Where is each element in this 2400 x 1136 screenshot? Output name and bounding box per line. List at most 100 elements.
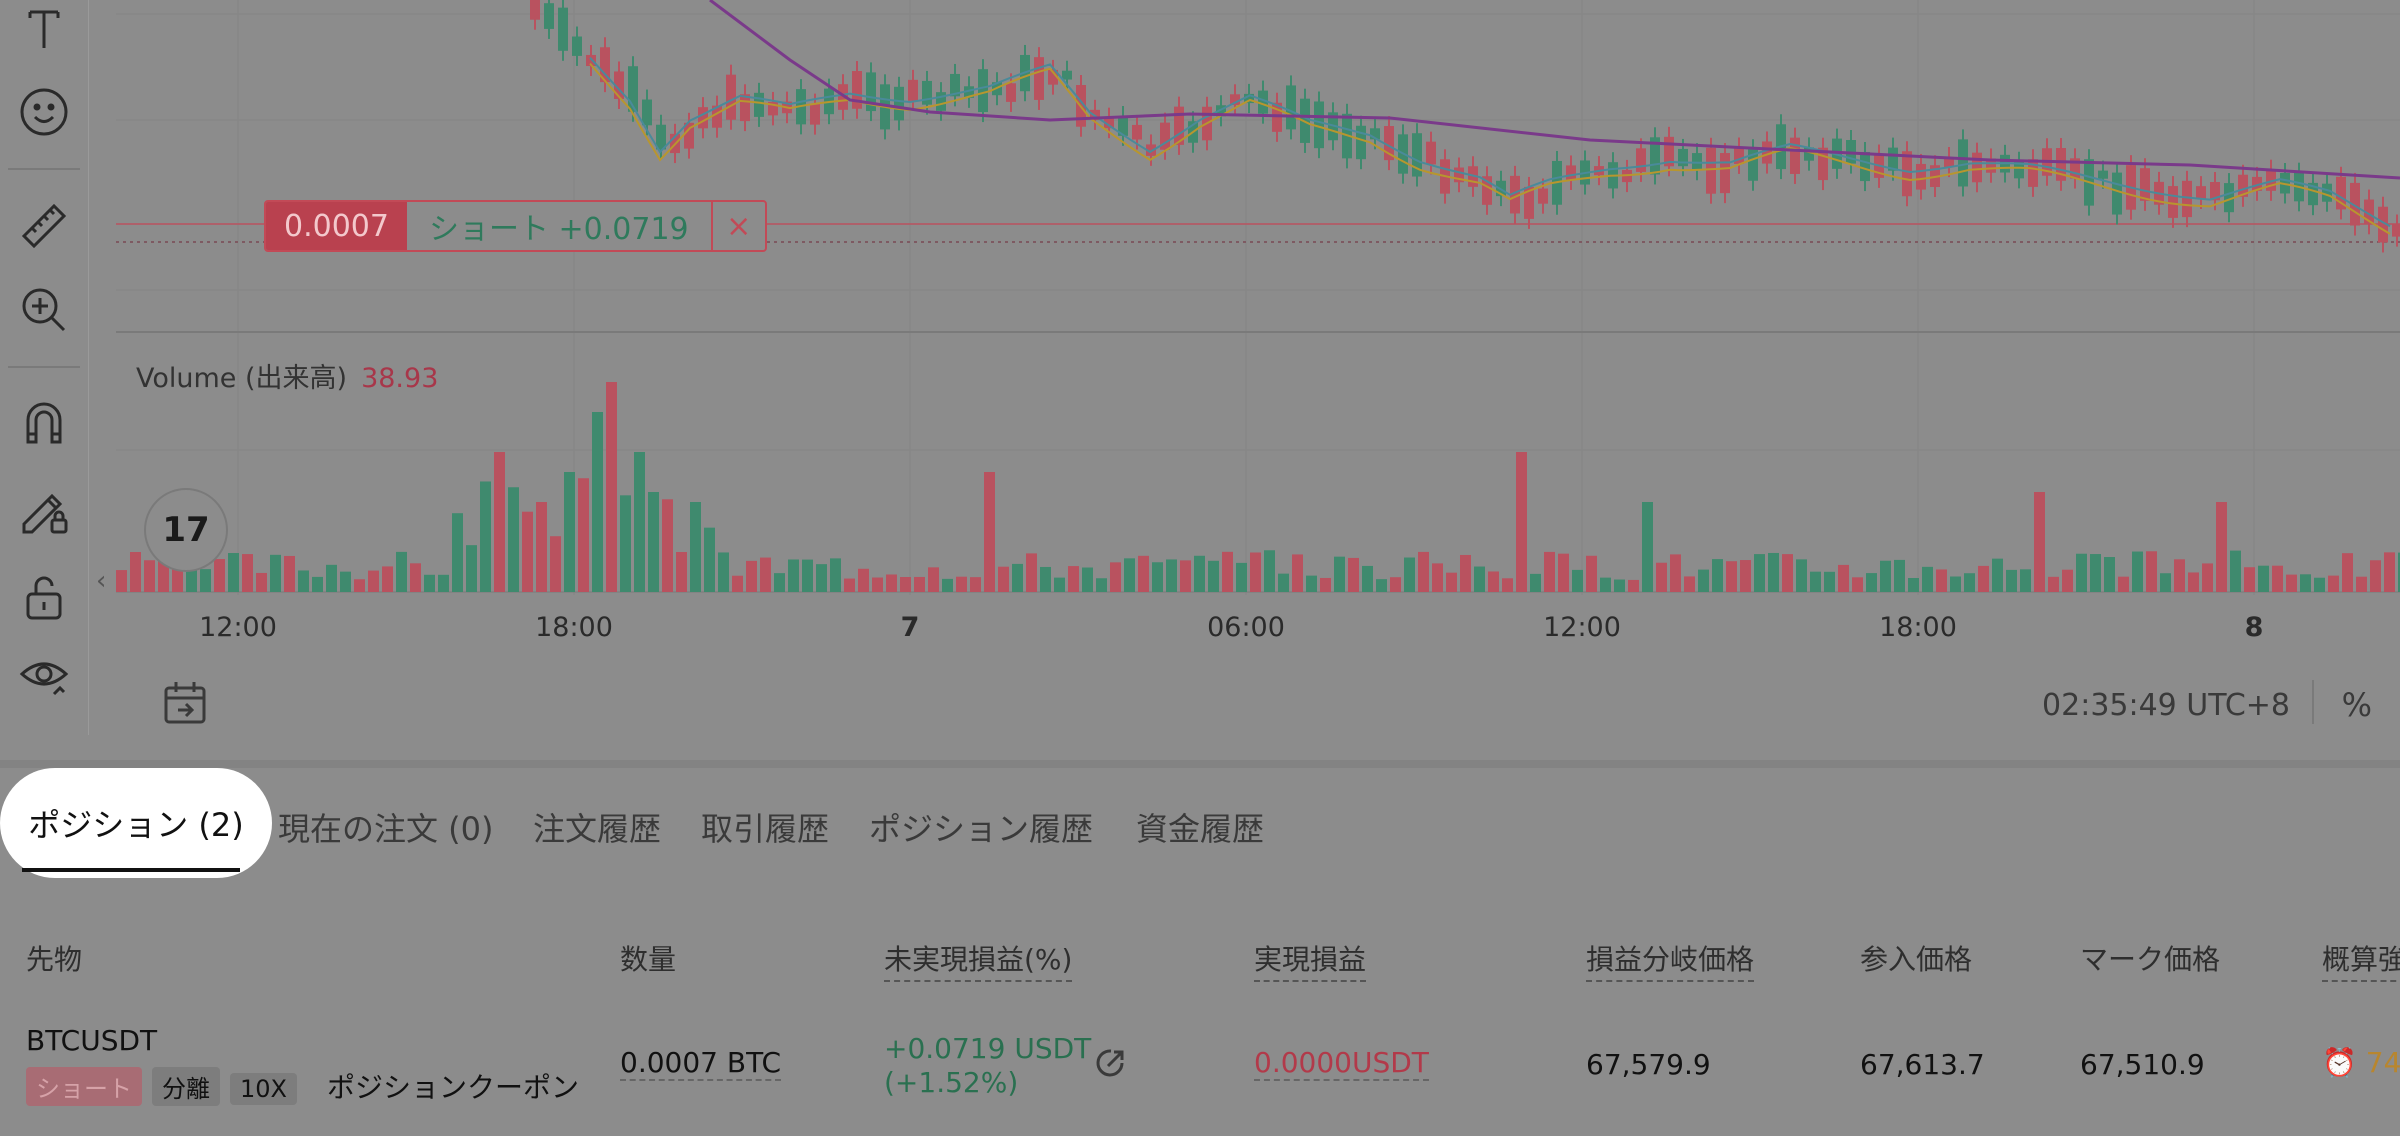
x-axis-label: 12:00 xyxy=(1543,612,1621,643)
volume-bar xyxy=(1614,579,1625,592)
col-header-breakeven[interactable]: 損益分岐価格 xyxy=(1586,938,1755,982)
volume-bar xyxy=(2370,560,2381,592)
volume-bar xyxy=(2342,553,2353,592)
volume-bar xyxy=(1544,551,1555,592)
emoji-icon[interactable] xyxy=(16,84,72,140)
tab-position-history[interactable]: ポジション履歴 xyxy=(869,804,1093,850)
eye-icon[interactable] xyxy=(16,648,72,704)
volume-bar xyxy=(508,487,519,592)
volume-bar xyxy=(1600,577,1611,592)
tab-open-orders[interactable]: 現在の注文 (0) xyxy=(278,804,494,850)
position-price-tag[interactable]: 0.0007 ショート +0.0719 × xyxy=(264,200,767,252)
volume-bar xyxy=(1894,559,1905,592)
volume-bar xyxy=(1390,577,1401,592)
volume-bar xyxy=(1712,559,1723,592)
volume-bar xyxy=(284,555,295,592)
text-tool-icon[interactable] xyxy=(16,0,72,56)
col-header-rpnl[interactable]: 実現損益 xyxy=(1254,938,1367,982)
volume-bar xyxy=(928,567,939,592)
volume-bar xyxy=(2160,573,2171,592)
volume-bar xyxy=(382,566,393,592)
pencil-lock-icon[interactable] xyxy=(16,482,72,538)
volume-bar xyxy=(620,495,631,592)
volume-bar xyxy=(1824,571,1835,592)
volume-value: 38.93 xyxy=(361,363,439,394)
utc-clock[interactable]: 02:35:49 UTC+8 xyxy=(2042,688,2290,723)
volume-bar xyxy=(1040,566,1051,592)
tab-order-history[interactable]: 注文履歴 xyxy=(533,804,661,850)
volume-bar xyxy=(1460,554,1471,592)
position-badges: ショート 分離 10X ポジションクーポン xyxy=(26,1066,579,1106)
zoom-in-icon[interactable] xyxy=(16,282,72,338)
share-icon[interactable] xyxy=(1092,1044,1130,1089)
volume-bar xyxy=(1866,573,1877,592)
unlock-icon[interactable] xyxy=(16,568,72,624)
volume-bar xyxy=(844,578,855,592)
tab-positions[interactable]: ポジション (2) xyxy=(0,768,272,878)
symbol[interactable]: BTCUSDT xyxy=(26,1024,157,1057)
col-header-contract: 先物 xyxy=(26,943,83,976)
volume-bar xyxy=(886,574,897,592)
tab-fund-history[interactable]: 資金履歴 xyxy=(1136,804,1264,850)
candle xyxy=(1566,165,1576,180)
col-header-liq[interactable]: 概算強 xyxy=(2322,938,2400,982)
rpnl-value: 0.0000USDT xyxy=(1254,1046,1429,1081)
volume-bar xyxy=(130,551,141,592)
volume-bar xyxy=(900,577,911,592)
col-header-entry: 参入価格 xyxy=(1860,943,1973,976)
x-axis-label: 18:00 xyxy=(535,612,613,643)
magnet-icon[interactable] xyxy=(16,396,72,452)
volume-bar xyxy=(466,545,477,592)
volume-bar xyxy=(2146,551,2157,592)
x-axis-label: 12:00 xyxy=(199,612,277,643)
volume-bar xyxy=(116,570,127,592)
tradingview-logo[interactable]: 17 xyxy=(144,488,228,572)
volume-bar xyxy=(1404,557,1415,592)
volume-bar xyxy=(1796,559,1807,592)
ruler-icon[interactable] xyxy=(16,198,72,254)
volume-bar xyxy=(718,552,729,592)
volume-bar xyxy=(298,570,309,592)
volume-bar xyxy=(956,576,967,592)
volume-bar xyxy=(984,472,995,592)
volume-bar xyxy=(2384,552,2395,592)
volume-bar xyxy=(1236,562,1247,592)
volume-bar xyxy=(2188,572,2199,592)
volume-bar xyxy=(1502,578,1513,592)
upnl-pct: (+1.52%) xyxy=(884,1066,1019,1099)
volume-bar xyxy=(2272,565,2283,592)
volume-bar xyxy=(1628,579,1639,592)
candle xyxy=(936,92,946,111)
coupon-link[interactable]: ポジションクーポン xyxy=(327,1071,579,1104)
leverage-badge[interactable]: 10X xyxy=(230,1073,297,1105)
collapse-toolbar-icon[interactable]: ‹ xyxy=(96,566,106,596)
candle xyxy=(908,79,918,101)
volume-bar xyxy=(564,472,575,592)
volume-bar xyxy=(214,559,225,592)
candle xyxy=(1678,148,1688,167)
calendar-goto-icon[interactable] xyxy=(160,678,210,728)
col-header-upnl[interactable]: 未実現損益(%) xyxy=(884,938,1073,982)
volume-bar xyxy=(634,452,645,592)
candle xyxy=(978,69,988,113)
volume-bar xyxy=(1334,556,1345,592)
volume-bar xyxy=(760,557,771,592)
price-chart[interactable]: 0.0007 ショート +0.0719 × Volume (出来高) 38.93 … xyxy=(90,0,2400,760)
x-axis-label: 8 xyxy=(2244,612,2264,643)
order-tabs: ポジション (2) 現在の注文 (0) 注文履歴 取引履歴 ポジション履歴 資金… xyxy=(0,768,2400,878)
candle xyxy=(558,7,568,51)
qty-value[interactable]: 0.0007 BTC xyxy=(620,1046,782,1081)
volume-bar xyxy=(144,560,155,592)
volume-bar xyxy=(2034,492,2045,592)
volume-bar xyxy=(1418,551,1429,592)
volume-legend: Volume (出来高) 38.93 xyxy=(136,356,438,395)
percent-scale-button[interactable]: % xyxy=(2342,686,2372,724)
volume-bar xyxy=(1348,557,1359,592)
candle xyxy=(642,99,652,126)
close-position-icon[interactable]: × xyxy=(713,202,765,250)
tab-trade-history[interactable]: 取引履歴 xyxy=(701,804,829,850)
volume-bar xyxy=(172,568,183,592)
volume-bar xyxy=(1250,552,1261,592)
volume-bar xyxy=(1432,563,1443,592)
volume-bar xyxy=(1264,550,1275,592)
